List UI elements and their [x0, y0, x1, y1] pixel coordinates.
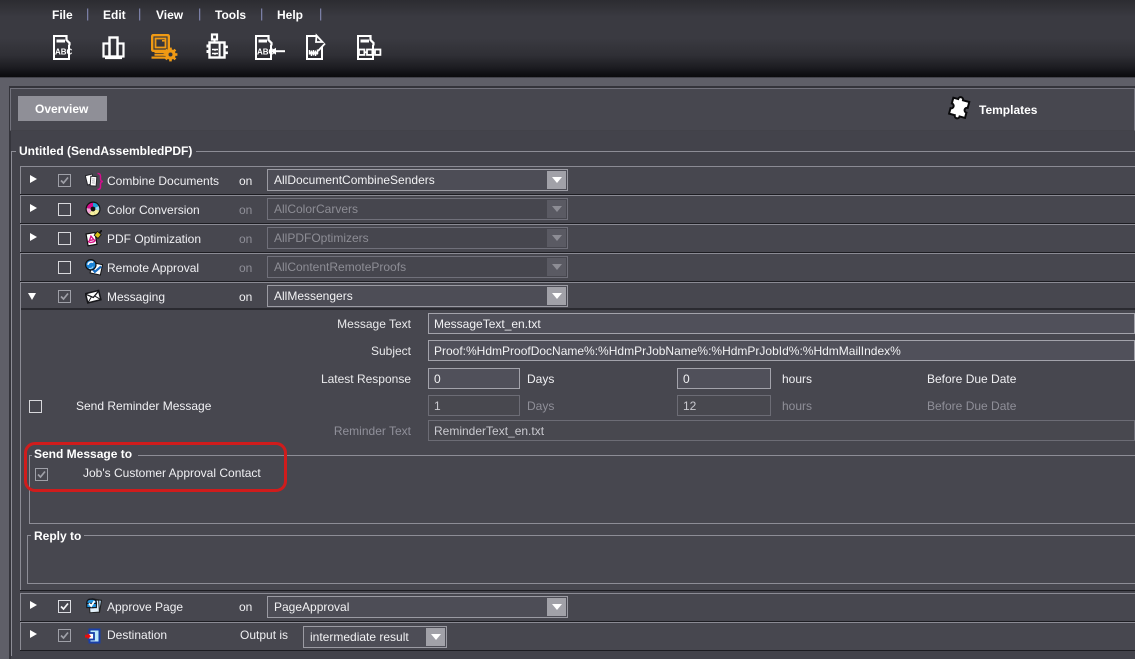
- svg-text:ABC: ABC: [55, 48, 73, 57]
